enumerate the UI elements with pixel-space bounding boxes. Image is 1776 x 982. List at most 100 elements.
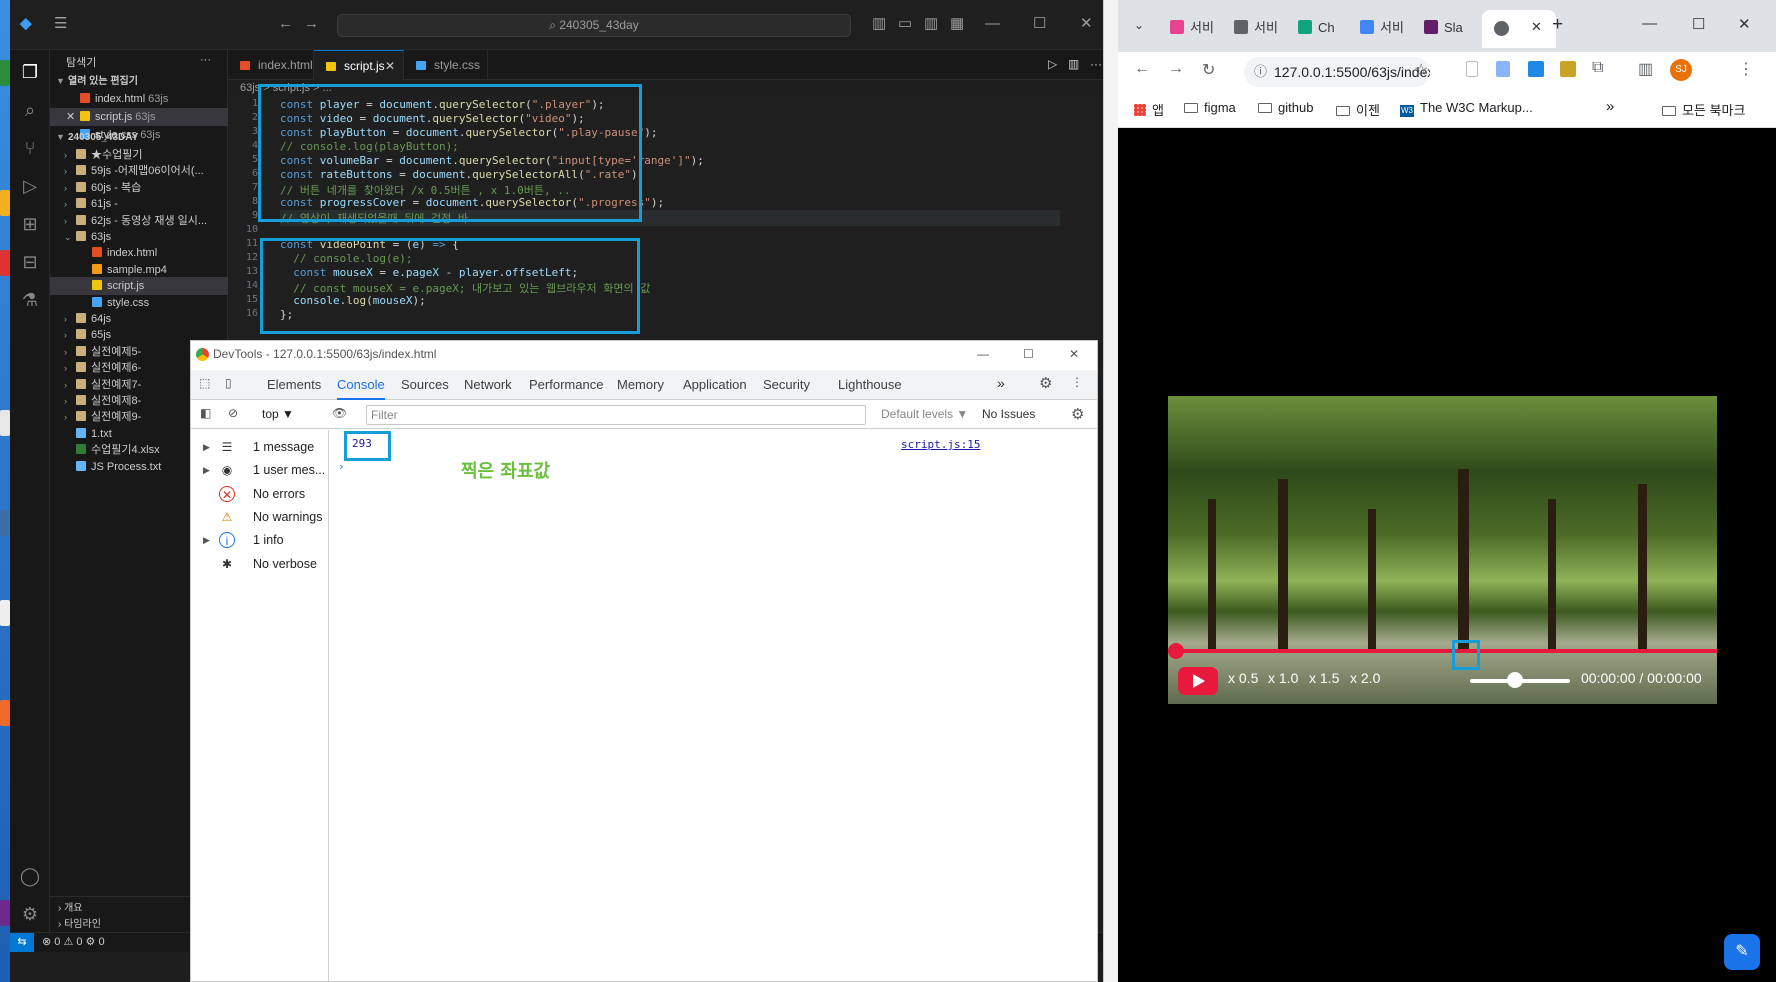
log-levels-dropdown[interactable]: Default levels ▼ — [881, 407, 968, 421]
maximize-icon[interactable]: ☐ — [1023, 341, 1034, 368]
browser-tab[interactable]: Ch — [1298, 16, 1335, 40]
bookmark-all[interactable]: 모든 북마크 — [1662, 100, 1745, 119]
expand-triangle-icon[interactable]: ▶ — [203, 458, 210, 482]
remote-icon[interactable]: ⊟ — [18, 250, 42, 274]
tab-style-css[interactable]: style.css — [404, 50, 488, 80]
more-bookmarks-icon[interactable]: » — [1606, 98, 1614, 115]
tree-item[interactable]: sample.mp4 — [50, 261, 228, 279]
rate-button[interactable]: x 2.0 — [1350, 670, 1380, 686]
site-info-icon[interactable]: ⓘ — [1254, 57, 1267, 87]
device-toolbar-icon[interactable]: ▯ — [225, 376, 232, 390]
console-prompt-icon[interactable]: › — [338, 460, 345, 473]
console-sidebar-item[interactable]: ✕ No errors — [191, 482, 329, 506]
minimize-icon[interactable]: — — [985, 14, 1000, 34]
address-bar[interactable]: ⓘ 127.0.0.1:5500/63js/index.html — [1244, 57, 1430, 87]
timeline-header[interactable]: › 타임라인 — [58, 915, 101, 930]
browser-tab[interactable]: 서비 — [1360, 16, 1404, 40]
run-debug-icon[interactable]: ▷ — [18, 174, 42, 198]
issues-counter[interactable]: No Issues — [982, 407, 1035, 421]
extension-icon[interactable] — [1466, 61, 1478, 77]
manage-gear-icon[interactable]: ⚙ — [18, 902, 42, 926]
active-tab[interactable]: ✕ — [1482, 10, 1556, 48]
editor-more-icon[interactable]: ··· — [1090, 57, 1102, 71]
desktop-icon[interactable] — [0, 510, 10, 536]
bookmark-star-icon[interactable]: ☆ — [1414, 60, 1428, 80]
workspace-header[interactable]: ▼ 240305_43DAY — [50, 128, 228, 146]
console-sidebar-item[interactable]: ⚠ No warnings — [191, 505, 329, 529]
play-button[interactable] — [1178, 667, 1218, 695]
code-editor[interactable]: 1 2 3 4 5 6 7 8 9 10 11 12 13 14 15 16 const player = d… — [228, 84, 1110, 346]
back-arrow-icon[interactable]: ← — [278, 14, 293, 34]
testing-icon[interactable]: ⚗ — [18, 288, 42, 312]
open-editor-item[interactable]: index.html 63js — [50, 90, 228, 108]
chrome-menu-icon[interactable]: ⋮ — [1738, 59, 1754, 79]
more-tabs-icon[interactable]: » — [997, 375, 1005, 391]
expand-triangle-icon[interactable]: ▶ — [203, 528, 210, 552]
forward-arrow-icon[interactable]: → — [304, 14, 319, 34]
outline-header[interactable]: › 개요 — [58, 899, 83, 914]
more-options-icon[interactable]: ⋮ — [1071, 375, 1083, 389]
tree-item[interactable]: › ★수업필기 — [50, 146, 228, 164]
console-settings-icon[interactable]: ⚙ — [1071, 405, 1084, 423]
tab-index-html[interactable]: index.html — [228, 50, 314, 80]
tab-close-icon[interactable]: ✕ — [385, 51, 395, 81]
bookmark-ezen[interactable]: 이젠 — [1336, 100, 1380, 119]
progress-bar[interactable] — [1176, 649, 1717, 653]
tree-item[interactable]: › 61js - — [50, 195, 228, 213]
tab-search-icon[interactable]: ⌄ — [1134, 18, 1144, 32]
desktop-icon[interactable] — [0, 700, 10, 726]
devtools-tab[interactable]: Memory — [617, 370, 664, 400]
run-icon[interactable]: ▷ — [1048, 57, 1057, 71]
rate-button[interactable]: x 1.5 — [1309, 670, 1339, 686]
toggle-panel-icon[interactable]: ▭ — [898, 14, 912, 34]
console-sidebar-item[interactable]: ▶ i 1 info — [191, 528, 329, 552]
tree-item[interactable]: › 60js - 복습 — [50, 179, 228, 197]
devtools-tab[interactable]: Network — [464, 370, 512, 400]
command-center-search[interactable]: ⌕ 240305_43day — [337, 14, 851, 37]
devtools-tab[interactable]: Lighthouse — [838, 370, 902, 400]
maximize-icon[interactable]: ☐ — [1692, 15, 1705, 33]
tree-item[interactable]: script.js — [50, 277, 228, 296]
back-arrow-icon[interactable]: ← — [1134, 60, 1150, 78]
side-panel-icon[interactable]: ▥ — [1638, 59, 1653, 79]
settings-gear-icon[interactable]: ⚙ — [1039, 374, 1052, 392]
maximize-icon[interactable]: ☐ — [1033, 14, 1046, 34]
toggle-secondary-sidebar-icon[interactable]: ▥ — [924, 14, 938, 34]
inspect-element-icon[interactable]: ⬚ — [199, 376, 210, 390]
desktop-icon[interactable] — [0, 190, 10, 216]
video-player[interactable]: x 0.5 x 1.0 x 1.5 x 2.0 00:00:00 / 00:00… — [1168, 396, 1717, 704]
extension-icon[interactable] — [1496, 61, 1510, 77]
volume-handle[interactable] — [1507, 672, 1523, 688]
tab-script-js[interactable]: script.js ✕ — [314, 50, 404, 80]
close-icon[interactable]: ✕ — [1738, 15, 1751, 33]
reload-icon[interactable]: ↻ — [1202, 60, 1215, 80]
forward-arrow-icon[interactable]: → — [1168, 60, 1184, 78]
bookmark-w3c[interactable]: W3 The W3C Markup... — [1400, 100, 1533, 117]
open-editor-item[interactable]: ✕ script.js 63js — [50, 108, 228, 126]
desktop-icon[interactable] — [0, 250, 10, 276]
devtools-tab[interactable]: Console — [337, 370, 385, 400]
clear-console-icon[interactable]: ⊘ — [228, 406, 238, 420]
desktop-icon[interactable] — [0, 60, 10, 86]
close-icon[interactable]: ✕ — [1080, 14, 1093, 34]
tree-item[interactable]: › 59js -어제맵06이어서(... — [50, 162, 228, 180]
filter-input[interactable]: Filter — [366, 405, 866, 425]
close-icon[interactable]: ✕ — [66, 108, 75, 126]
devtools-tab[interactable]: Sources — [401, 370, 449, 400]
extensions-puzzle-icon[interactable]: ⧉ — [1592, 59, 1603, 77]
expand-triangle-icon[interactable]: ▶ — [203, 435, 210, 459]
tree-item[interactable]: index.html — [50, 244, 228, 262]
tree-item[interactable]: style.css — [50, 294, 228, 312]
bookmark-figma[interactable]: figma — [1184, 100, 1236, 115]
tab-close-icon[interactable]: ✕ — [1531, 19, 1542, 35]
context-selector[interactable]: top ▼ — [262, 407, 294, 421]
minimize-icon[interactable]: — — [977, 341, 989, 368]
desktop-icon[interactable] — [0, 600, 10, 626]
desktop-icon[interactable] — [0, 900, 10, 926]
problems-status[interactable]: ⊗ 0 ⚠ 0 ⚙ 0 — [42, 933, 105, 952]
extensions-icon[interactable]: ⊞ — [18, 212, 42, 236]
console-sidebar-item[interactable]: ▶ ◉ 1 user mes... — [191, 458, 329, 482]
bookmark-apps[interactable]: 앱 — [1134, 100, 1164, 119]
browser-tab[interactable]: Sla — [1424, 16, 1463, 40]
rate-button[interactable]: x 1.0 — [1268, 670, 1298, 686]
